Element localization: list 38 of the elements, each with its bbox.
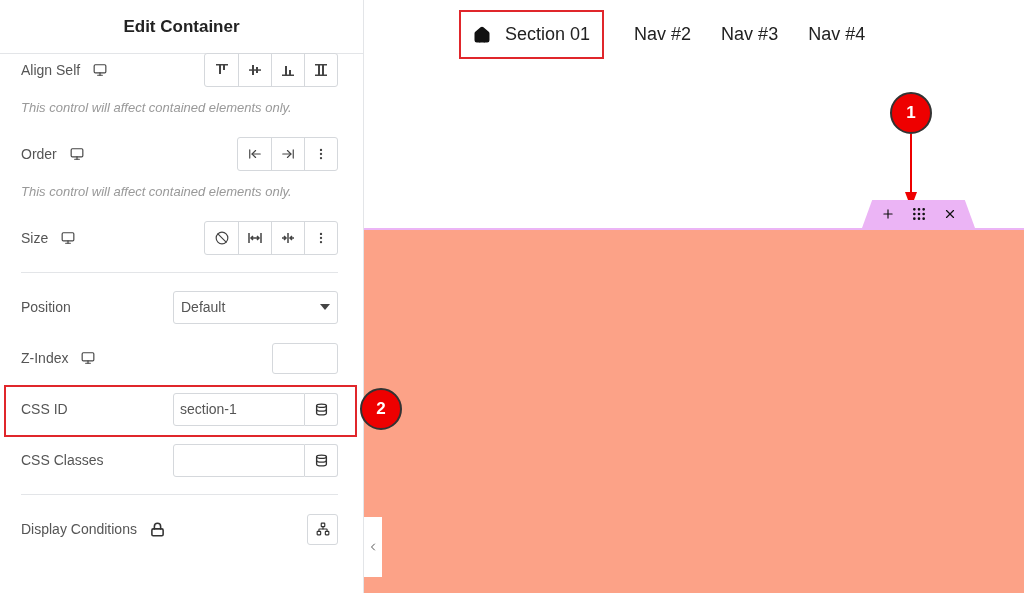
grow-icon <box>248 231 262 245</box>
nav-link[interactable]: Nav #4 <box>808 10 866 59</box>
order-end-icon <box>281 147 295 161</box>
order-start-icon <box>247 147 262 161</box>
control-label: Display Conditions <box>21 519 137 539</box>
nav-link[interactable]: Nav #3 <box>721 10 779 59</box>
align-start-icon <box>214 63 229 77</box>
align-center-icon <box>248 63 262 77</box>
control-label: CSS Classes <box>21 450 104 470</box>
drag-handle-icon[interactable] <box>910 206 927 222</box>
panel-title: Edit Container <box>123 15 240 38</box>
add-icon[interactable] <box>880 207 895 221</box>
control-label: Z-Index <box>21 348 69 368</box>
control-label: Order <box>21 144 57 164</box>
control-label: CSS ID <box>21 399 68 419</box>
align-end-icon <box>281 63 295 77</box>
nav-link[interactable]: Section 01 <box>459 10 605 59</box>
control-label: Size <box>21 228 49 248</box>
text-field[interactable] <box>173 443 305 477</box>
callout-badge: 1 <box>890 92 932 134</box>
control-label: Align Self <box>21 60 81 80</box>
none-icon <box>214 231 229 245</box>
text-field[interactable]: section-1 <box>173 392 305 426</box>
database-icon <box>314 453 328 467</box>
align-stretch-icon <box>314 63 328 77</box>
hint-text: This control will affect contained elements only. <box>21 99 293 117</box>
database-icon <box>314 402 328 416</box>
control-label: Position <box>21 297 71 317</box>
hint-text: This control will affect contained elements only. <box>21 183 293 201</box>
nav-link[interactable]: Nav #2 <box>634 10 692 59</box>
dropdown-caret-icon <box>320 304 330 310</box>
conditions-button[interactable] <box>307 513 338 545</box>
dynamic-tags-button[interactable] <box>305 392 338 426</box>
sitemap-icon <box>315 522 330 536</box>
position-select[interactable]: Default <box>173 290 338 324</box>
shrink-icon <box>281 231 295 245</box>
dynamic-tags-button[interactable] <box>305 443 338 477</box>
number-field[interactable] <box>272 342 338 374</box>
